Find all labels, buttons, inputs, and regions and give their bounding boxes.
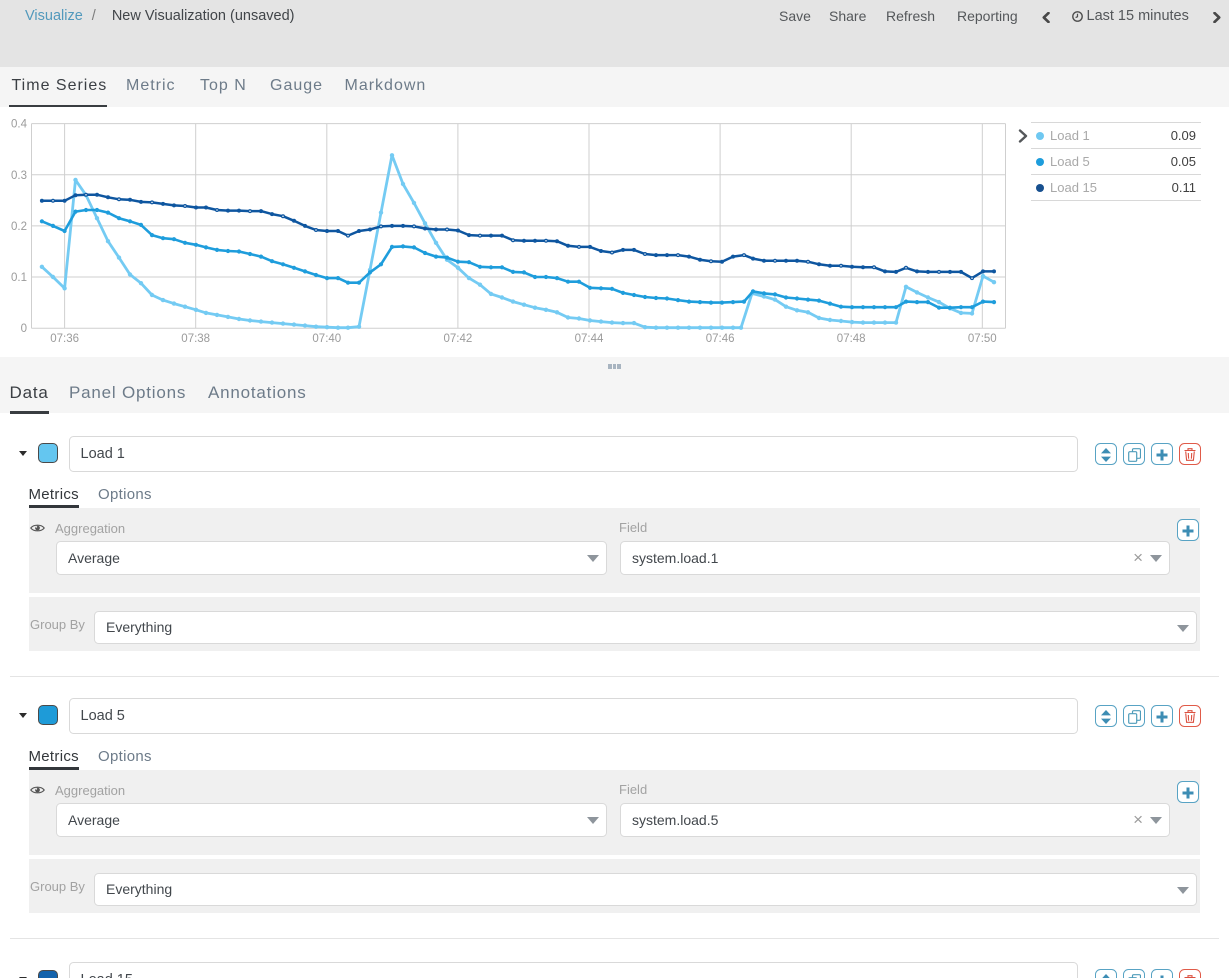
svg-text:07:46: 07:46 bbox=[706, 333, 735, 345]
svg-text:0: 0 bbox=[21, 323, 27, 335]
svg-text:0.2: 0.2 bbox=[11, 221, 27, 233]
svg-text:0.1: 0.1 bbox=[11, 272, 27, 284]
svg-text:07:40: 07:40 bbox=[312, 333, 341, 345]
svg-text:07:48: 07:48 bbox=[837, 333, 866, 345]
svg-text:0.4: 0.4 bbox=[11, 119, 28, 131]
svg-text:07:36: 07:36 bbox=[50, 333, 79, 345]
svg-text:07:42: 07:42 bbox=[444, 333, 473, 345]
svg-text:0.3: 0.3 bbox=[11, 170, 27, 182]
svg-text:07:44: 07:44 bbox=[575, 333, 604, 345]
svg-text:07:38: 07:38 bbox=[181, 333, 210, 345]
svg-text:07:50: 07:50 bbox=[968, 333, 997, 345]
